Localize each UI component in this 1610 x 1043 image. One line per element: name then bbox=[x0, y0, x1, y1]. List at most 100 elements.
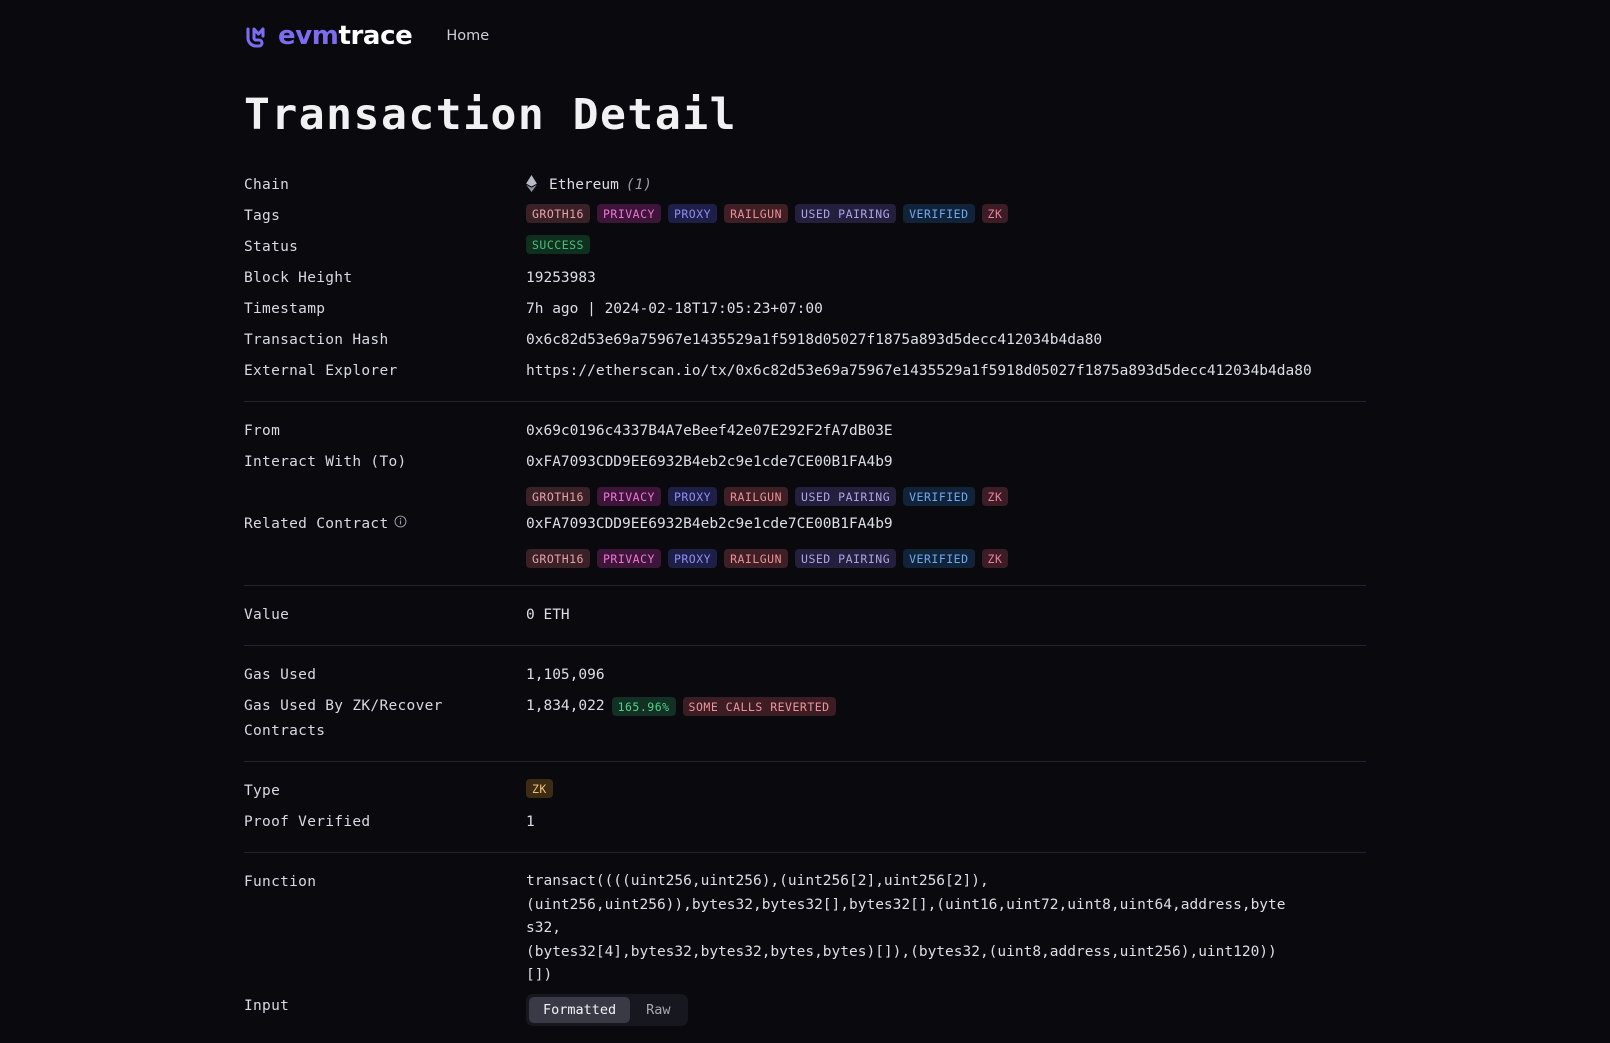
top-navbar: evmtrace Home bbox=[0, 0, 1610, 72]
value-eth-amount: 0 ETH bbox=[526, 607, 570, 623]
tag-proxy[interactable]: PROXY bbox=[667, 204, 718, 223]
section-addresses: From 0x69c0196c4337B4A7eBeef42e07E292F2f… bbox=[244, 402, 1366, 586]
row-external-explorer: External Explorer https://etherscan.io/t… bbox=[244, 356, 1366, 387]
tag-privacy[interactable]: PRIVACY bbox=[596, 487, 661, 506]
tag-used-pairing[interactable]: USED PAIRING bbox=[795, 204, 897, 223]
value-gas-used: 1,105,096 bbox=[526, 667, 605, 683]
some-calls-reverted-badge: SOME CALLS REVERTED bbox=[682, 697, 836, 716]
section-gas: Gas Used 1,105,096 Gas Used By ZK/Recove… bbox=[244, 646, 1366, 762]
value-input: Formatted Raw bbox=[526, 993, 1366, 1026]
value-function: transact((((uint256,uint256),(uint256[2]… bbox=[526, 870, 1366, 988]
status-badge: SUCCESS bbox=[526, 235, 590, 254]
row-input: Input Formatted Raw bbox=[244, 991, 1366, 1029]
toggle-raw-button[interactable]: Raw bbox=[632, 997, 684, 1023]
brand-name-secondary: trace bbox=[338, 21, 413, 51]
input-format-toggle[interactable]: Formatted Raw bbox=[526, 993, 688, 1026]
label-proof-verified: Proof Verified bbox=[244, 814, 371, 830]
tag-verified[interactable]: VERIFIED bbox=[903, 549, 975, 568]
value-interact-with: 0xFA7093CDD9EE6932B4eb2c9e1cde7CE00B1FA4… bbox=[526, 450, 1366, 506]
label-transaction-hash: Transaction Hash bbox=[244, 332, 389, 348]
label-interact-with: Interact With (To) bbox=[244, 454, 407, 470]
value-tags: GROTH16 PRIVACY PROXY RAILGUN USED PAIRI… bbox=[526, 204, 1366, 223]
value-related-contract: 0xFA7093CDD9EE6932B4eb2c9e1cde7CE00B1FA4… bbox=[526, 512, 1366, 568]
label-chain: Chain bbox=[244, 177, 290, 193]
label-tags: Tags bbox=[244, 208, 281, 224]
label-value: Value bbox=[244, 607, 290, 623]
gas-percent-badge: 165.96% bbox=[611, 697, 676, 716]
main-content: Transaction Detail Chain Ethereum (1) Ta… bbox=[0, 72, 1610, 1043]
ethereum-icon bbox=[526, 173, 542, 198]
row-chain: Chain Ethereum (1) bbox=[244, 170, 1366, 201]
tag-zk[interactable]: ZK bbox=[981, 487, 1009, 506]
interact-with-tag-group: GROTH16 PRIVACY PROXY RAILGUN USED PAIRI… bbox=[526, 487, 1009, 506]
value-chain: Ethereum (1) bbox=[526, 173, 1366, 198]
row-interact-with: Interact With (To) 0xFA7093CDD9EE6932B4e… bbox=[244, 447, 1366, 509]
tag-used-pairing[interactable]: USED PAIRING bbox=[795, 549, 897, 568]
tag-privacy[interactable]: PRIVACY bbox=[596, 204, 661, 223]
tag-railgun[interactable]: RAILGUN bbox=[724, 204, 789, 223]
tag-used-pairing[interactable]: USED PAIRING bbox=[795, 487, 897, 506]
value-external-explorer-link[interactable]: https://etherscan.io/tx/0x6c82d53e69a759… bbox=[526, 359, 1366, 384]
tag-proxy[interactable]: PROXY bbox=[667, 487, 718, 506]
row-block-height: Block Height 19253983 bbox=[244, 263, 1366, 294]
value-type: ZK bbox=[526, 779, 1366, 798]
value-status: SUCCESS bbox=[526, 235, 1366, 254]
chain-name: Ethereum bbox=[549, 177, 619, 193]
label-external-explorer: External Explorer bbox=[244, 363, 398, 379]
row-timestamp: Timestamp 7h ago | 2024-02-18T17:05:23+0… bbox=[244, 294, 1366, 325]
label-gas-used: Gas Used bbox=[244, 667, 317, 683]
value-transaction-hash[interactable]: 0x6c82d53e69a75967e1435529a1f5918d05027f… bbox=[526, 328, 1366, 353]
row-from: From 0x69c0196c4337B4A7eBeef42e07E292F2f… bbox=[244, 416, 1366, 447]
interact-with-address[interactable]: 0xFA7093CDD9EE6932B4eb2c9e1cde7CE00B1FA4… bbox=[526, 450, 893, 475]
section-proof: Type ZK Proof Verified 1 bbox=[244, 762, 1366, 853]
related-contract-tag-group: GROTH16 PRIVACY PROXY RAILGUN USED PAIRI… bbox=[526, 549, 1009, 568]
brand-name-primary: evm bbox=[278, 21, 339, 51]
label-function: Function bbox=[244, 874, 317, 890]
tag-verified[interactable]: VERIFIED bbox=[903, 487, 975, 506]
related-contract-label-text: Related Contract bbox=[244, 516, 389, 532]
row-gas-used-zk: Gas Used By ZK/Recover Contracts 1,834,0… bbox=[244, 691, 1366, 747]
row-related-contract: Related Contract 0xFA7093CDD9EE6932B4eb2… bbox=[244, 509, 1366, 571]
row-tags: Tags GROTH16 PRIVACY PROXY RAILGUN USED … bbox=[244, 201, 1366, 232]
tag-groth16[interactable]: GROTH16 bbox=[526, 204, 590, 223]
brand-logo-link[interactable]: evmtrace bbox=[244, 21, 413, 51]
value-proof-verified: 1 bbox=[526, 814, 535, 830]
tag-groth16[interactable]: GROTH16 bbox=[526, 549, 590, 568]
row-function: Function transact((((uint256,uint256),(u… bbox=[244, 867, 1366, 991]
label-gas-used-zk: Gas Used By ZK/Recover Contracts bbox=[244, 698, 443, 739]
transaction-detail-page: evmtrace Home Transaction Detail Chain E… bbox=[0, 0, 1610, 1043]
info-circle-icon[interactable] bbox=[394, 512, 407, 537]
page-title: Transaction Detail bbox=[244, 90, 737, 140]
section-overview: Chain Ethereum (1) Tags GROTH16 PRIVACY … bbox=[244, 166, 1366, 402]
gas-used-zk-amount: 1,834,022 bbox=[526, 698, 605, 714]
chain-id: (1) bbox=[625, 177, 653, 193]
row-transaction-hash: Transaction Hash 0x6c82d53e69a75967e1435… bbox=[244, 325, 1366, 356]
tag-privacy[interactable]: PRIVACY bbox=[596, 549, 661, 568]
toggle-formatted-button[interactable]: Formatted bbox=[529, 996, 631, 1023]
label-input: Input bbox=[244, 997, 290, 1014]
tag-proxy[interactable]: PROXY bbox=[667, 549, 718, 568]
label-from: From bbox=[244, 423, 281, 439]
value-gas-used-zk: 1,834,022 165.96% SOME CALLS REVERTED bbox=[526, 694, 1366, 719]
function-signature: transact((((uint256,uint256),(uint256[2]… bbox=[526, 873, 1286, 983]
value-from-address[interactable]: 0x69c0196c4337B4A7eBeef42e07E292F2fA7dB0… bbox=[526, 419, 1366, 444]
label-related-contract: Related Contract bbox=[244, 512, 526, 537]
tag-groth16[interactable]: GROTH16 bbox=[526, 487, 590, 506]
tag-railgun[interactable]: RAILGUN bbox=[724, 549, 789, 568]
label-status: Status bbox=[244, 239, 299, 255]
nav-link-home[interactable]: Home bbox=[446, 28, 489, 44]
tag-zk[interactable]: ZK bbox=[981, 549, 1009, 568]
evmtrace-logo-icon bbox=[244, 23, 270, 49]
row-type: Type ZK bbox=[244, 776, 1366, 807]
row-status: Status SUCCESS bbox=[244, 232, 1366, 263]
tag-railgun[interactable]: RAILGUN bbox=[724, 487, 789, 506]
value-block-height: 19253983 bbox=[526, 270, 596, 286]
row-proof-verified: Proof Verified 1 bbox=[244, 807, 1366, 838]
label-timestamp: Timestamp bbox=[244, 301, 326, 317]
row-value: Value 0 ETH bbox=[244, 600, 1366, 631]
label-type: Type bbox=[244, 783, 281, 799]
related-contract-address[interactable]: 0xFA7093CDD9EE6932B4eb2c9e1cde7CE00B1FA4… bbox=[526, 512, 893, 537]
section-calldata: Function transact((((uint256,uint256),(u… bbox=[244, 853, 1366, 1043]
tag-zk[interactable]: ZK bbox=[981, 204, 1009, 223]
tag-verified[interactable]: VERIFIED bbox=[903, 204, 975, 223]
